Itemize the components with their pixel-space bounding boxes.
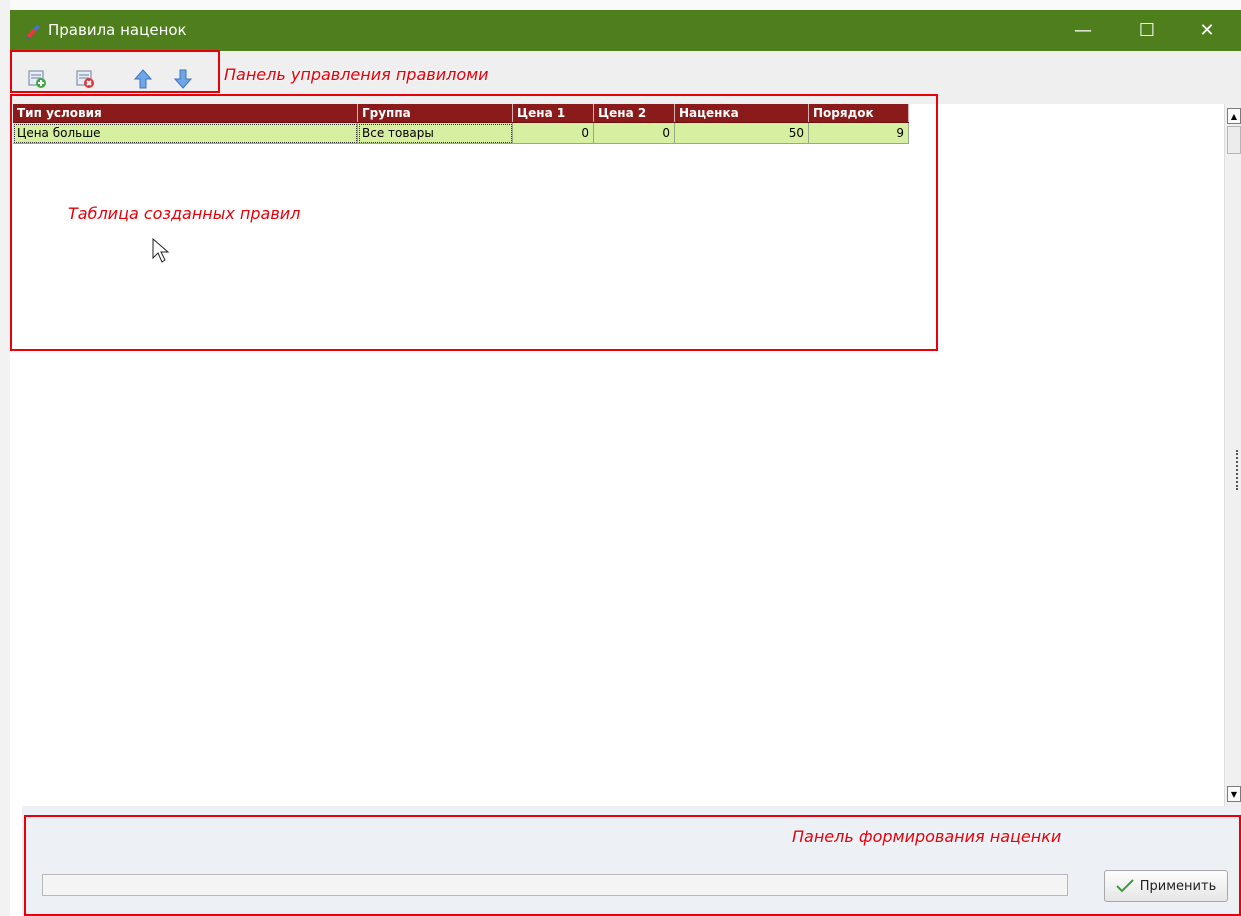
background-left (0, 0, 10, 916)
title-bar[interactable]: Правила наценок — ☐ ✕ (10, 10, 1241, 51)
table-annotation: Таблица созданных правил (68, 204, 301, 223)
window-title: Правила наценок (48, 21, 187, 39)
markup-rules-window: Правила наценок — ☐ ✕ Тип условия Группа… (10, 10, 1241, 916)
scroll-up-arrow-icon[interactable]: ▲ (1227, 108, 1241, 124)
scroll-down-arrow-icon[interactable]: ▼ (1227, 786, 1241, 802)
app-logo-icon (26, 25, 40, 39)
toolbar-highlight-box (10, 50, 220, 93)
background-top (0, 0, 1241, 10)
mouse-cursor-icon (152, 238, 170, 263)
close-button[interactable]: ✕ (1180, 10, 1234, 51)
maximize-button[interactable]: ☐ (1120, 10, 1174, 51)
scroll-thumb[interactable] (1227, 126, 1241, 154)
minimize-button[interactable]: — (1056, 10, 1110, 51)
resize-grip-icon[interactable] (1236, 450, 1241, 490)
bottom-panel-annotation: Панель формирования наценки (792, 827, 1062, 846)
toolbar-annotation: Панель управления правиломи (224, 65, 489, 84)
